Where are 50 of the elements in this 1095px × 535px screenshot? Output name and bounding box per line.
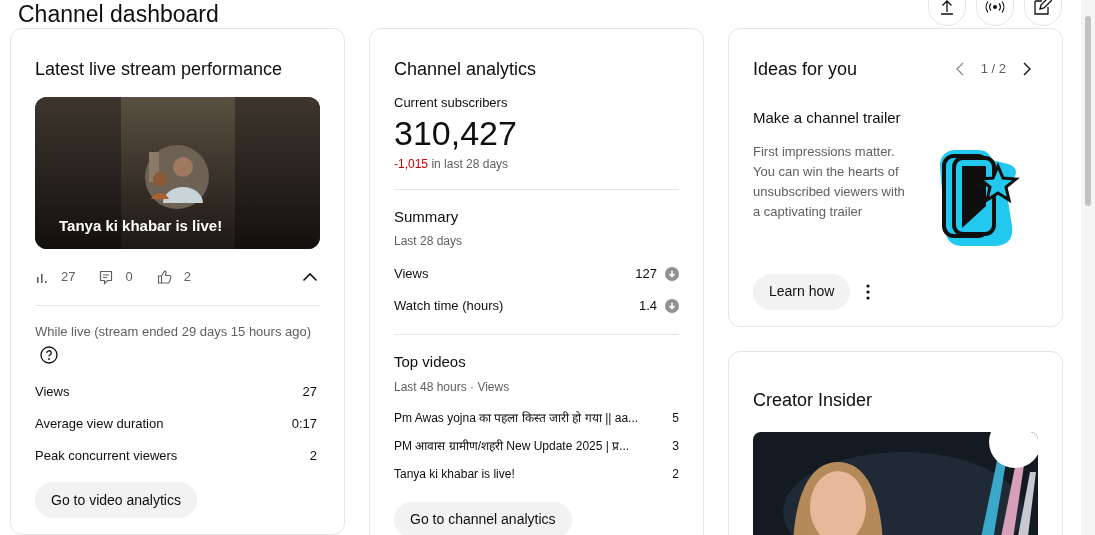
learn-how-button[interactable]: Learn how <box>753 273 851 310</box>
metric-value: 1.4 <box>638 297 657 316</box>
page-indicator: 1 / 2 <box>980 60 1006 79</box>
stat-count: 2 <box>183 268 191 287</box>
subscriber-change: -1,015 in last 28 days <box>394 155 510 173</box>
collapse-icon[interactable] <box>302 272 318 282</box>
down-arrow-icon <box>665 267 679 281</box>
more-options-icon[interactable] <box>866 283 871 300</box>
help-icon[interactable] <box>40 346 58 364</box>
down-arrow-icon <box>665 299 679 313</box>
video-thumbnail[interactable]: Tanya ki khabar is live! <box>35 97 320 249</box>
metric-label: Peak concurrent viewers <box>35 447 178 466</box>
previous-icon[interactable] <box>954 62 965 76</box>
stat-count: 0 <box>125 268 133 287</box>
idea-title: Make a channel trailer <box>753 108 902 128</box>
stat-count: 27 <box>61 268 76 287</box>
video-analytics-button[interactable]: Go to video analytics <box>35 482 197 518</box>
period-label: While live (stream ended 29 days 15 hours ago) <box>35 323 313 341</box>
section-period: Last 48 hours · Views <box>394 378 511 396</box>
metric-label: Views <box>394 265 430 284</box>
video-link[interactable]: Pm Awas yojna का पहला किस्त जारी हो गया || aa... <box>394 408 669 427</box>
metric-value: 27 <box>302 383 317 402</box>
metric-label: Watch time (hours) <box>394 297 505 316</box>
metric-label: Average view duration <box>35 415 164 434</box>
comment-icon <box>99 269 114 285</box>
metric-value: 127 <box>635 265 657 284</box>
subscribers-label: Current subscribers <box>394 94 509 112</box>
card-title: Channel analytics <box>394 58 538 81</box>
view-count: 3 <box>672 437 679 455</box>
view-count: 2 <box>672 465 679 483</box>
next-icon[interactable] <box>1022 62 1032 76</box>
metric-value: 2 <box>309 447 317 466</box>
thumbs-up-icon <box>156 270 172 284</box>
scrollbar[interactable] <box>1081 0 1095 535</box>
video-link[interactable]: Tanya ki khabar is live! <box>394 464 669 483</box>
subscriber-count: 310,427 <box>394 112 518 153</box>
section-title: Top videos <box>394 352 467 372</box>
channel-analytics-button[interactable]: Go to channel analytics <box>394 501 572 535</box>
idea-description: First impressions matter. You can win the hearts of unsubscribed viewers with a captivating trailer <box>753 142 906 221</box>
card-title: Ideas for you <box>753 58 859 81</box>
section-title: Summary <box>394 206 460 227</box>
section-period: Last 28 days <box>394 233 464 250</box>
metric-label: Views <box>35 383 70 402</box>
view-count: 5 <box>672 409 679 427</box>
metric-value: 0:17 <box>291 415 317 434</box>
card-title: Latest live stream performance <box>35 58 284 81</box>
page-title: Channel dashboard <box>17 0 219 28</box>
video-link[interactable]: PM आवास ग्रामीण/शहरी New Update 2025 | प्र... <box>394 436 669 455</box>
video-title: Tanya ki khabar is live! <box>59 215 223 236</box>
card-title: Creator Insider <box>753 388 874 412</box>
